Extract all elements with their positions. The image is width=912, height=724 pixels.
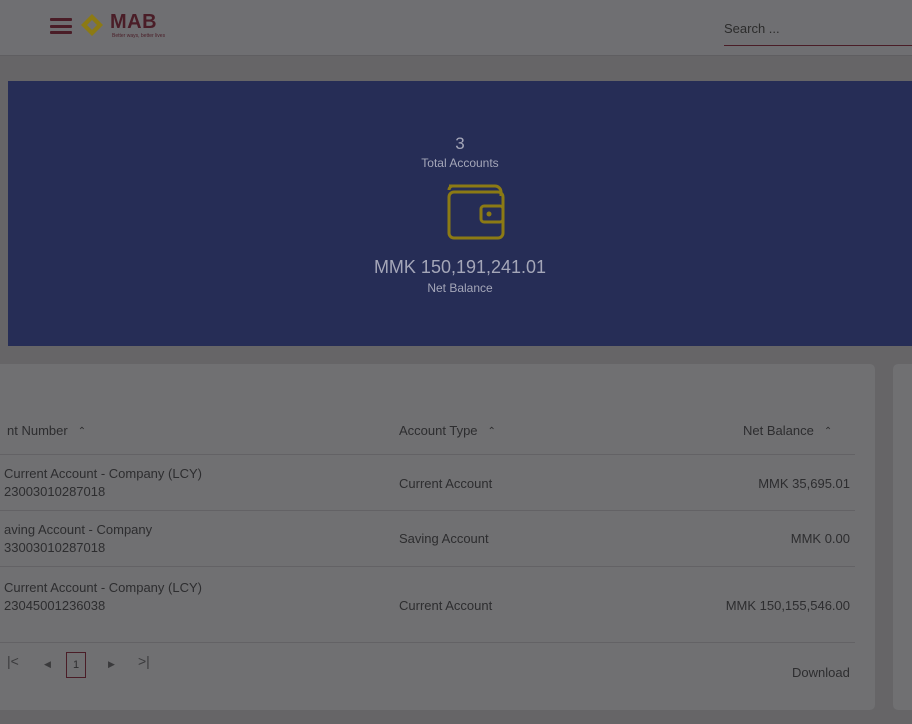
- account-type: Current Account: [399, 598, 493, 613]
- account-balance: MMK 0.00: [790, 531, 850, 546]
- brand-name: MAB: [110, 11, 158, 33]
- net-balance-amount: MMK 150,191,241.01: [373, 257, 547, 277]
- download-link[interactable]: Download: [792, 665, 850, 680]
- wallet-icon: [447, 184, 505, 240]
- column-header-label: Account Type: [399, 423, 478, 438]
- row-divider: [0, 454, 855, 455]
- row-divider: [0, 566, 855, 567]
- account-number: 23045001236038: [4, 598, 106, 613]
- account-number: 23003010287018: [4, 484, 106, 499]
- menu-icon[interactable]: [50, 18, 72, 34]
- sort-icon[interactable]: ⌃: [488, 426, 496, 437]
- account-number: 33003010287018: [4, 540, 106, 555]
- page-number-current[interactable]: 1: [66, 652, 86, 678]
- account-type: Current Account: [399, 476, 493, 491]
- row-divider: [0, 510, 855, 511]
- last-page-button[interactable]: >|: [138, 653, 150, 681]
- column-header-net-balance[interactable]: Net Balance ⌃: [743, 423, 832, 438]
- column-header-label: nt Number: [7, 423, 68, 438]
- brand-tagline: Better ways, better lives: [112, 33, 166, 39]
- logo-icon: [81, 14, 103, 36]
- row-divider: [0, 642, 855, 643]
- account-name[interactable]: Current Account - Company (LCY): [4, 466, 202, 481]
- top-bar: MAB Better ways, better lives: [0, 0, 912, 56]
- column-header-label: Net Balance: [743, 423, 814, 438]
- summary-banner: 3 Total Accounts MMK 150,191,241.01 Net …: [8, 81, 912, 346]
- account-balance: MMK 35,695.01: [758, 476, 850, 491]
- first-page-button[interactable]: |<: [7, 653, 19, 681]
- account-name[interactable]: aving Account - Company: [4, 522, 152, 537]
- sort-icon[interactable]: ⌃: [824, 426, 832, 437]
- account-name[interactable]: Current Account - Company (LCY): [4, 580, 202, 595]
- net-balance-label: Net Balance: [427, 281, 493, 295]
- search-box: [724, 16, 912, 46]
- column-header-account-number[interactable]: nt Number ⌃: [7, 423, 86, 438]
- sort-icon[interactable]: ⌃: [78, 426, 86, 437]
- search-input[interactable]: [724, 16, 912, 40]
- column-header-account-type[interactable]: Account Type ⌃: [399, 423, 496, 438]
- account-balance: MMK 150,155,546.00: [725, 598, 850, 613]
- next-page-button[interactable]: ▶: [108, 659, 115, 687]
- side-card: [893, 364, 912, 710]
- prev-page-button[interactable]: ◀: [44, 659, 51, 687]
- account-type: Saving Account: [399, 531, 489, 546]
- total-accounts-count: 3: [455, 134, 465, 153]
- total-accounts-label: Total Accounts: [421, 156, 499, 170]
